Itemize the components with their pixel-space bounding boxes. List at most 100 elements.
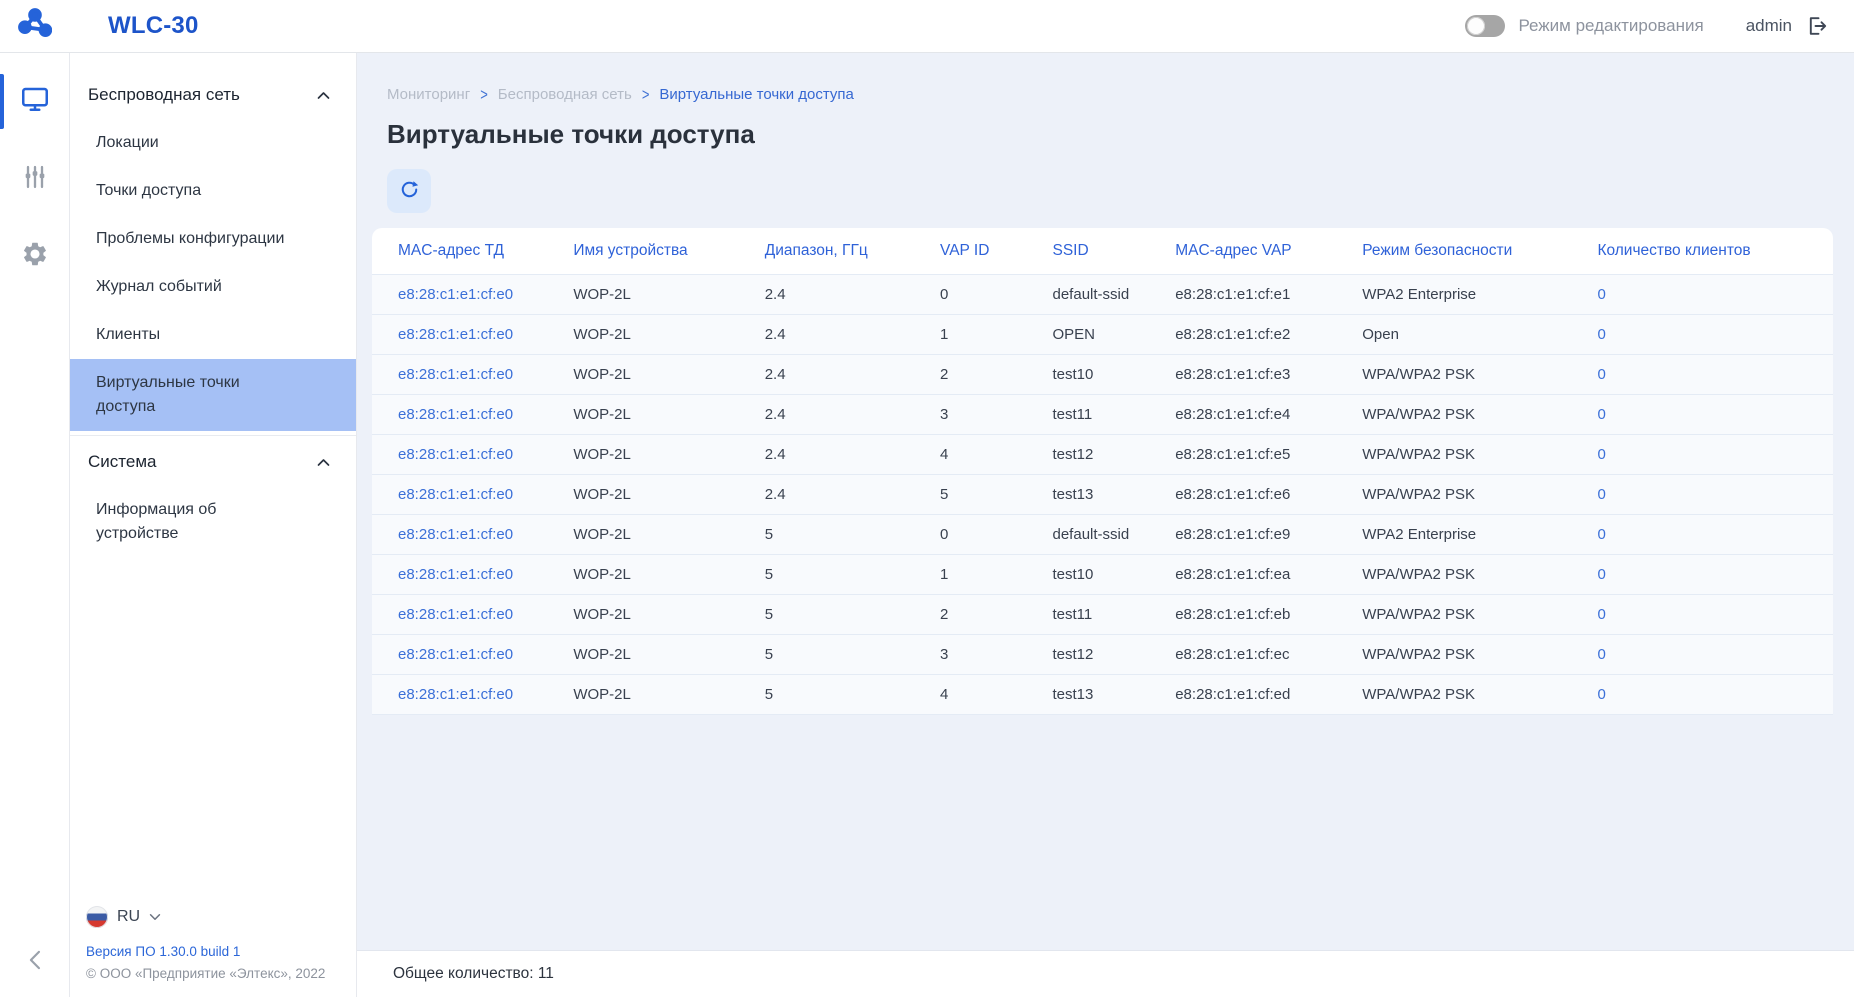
- cell-mac_ap[interactable]: e8:28:c1:e1:cf:e0: [372, 355, 547, 395]
- cell-security: WPA/WPA2 PSK: [1336, 635, 1571, 675]
- table-footer: Общее количество: 11: [357, 950, 1854, 997]
- cell-device: WOP-2L: [547, 515, 738, 555]
- cell-mac_vap: e8:28:c1:e1:cf:ea: [1149, 555, 1336, 595]
- rail-item-settings[interactable]: [0, 227, 69, 286]
- sidebar-collapse-button[interactable]: [29, 950, 41, 975]
- user-name[interactable]: admin: [1746, 16, 1792, 36]
- table-row: e8:28:c1:e1:cf:e0WOP-2L2.42test10e8:28:c…: [372, 355, 1833, 395]
- cell-mac_ap[interactable]: e8:28:c1:e1:cf:e0: [372, 315, 547, 355]
- monitor-icon: [20, 84, 50, 119]
- breadcrumb-link[interactable]: Беспроводная сеть: [498, 86, 632, 103]
- refresh-button[interactable]: [387, 169, 431, 213]
- cell-clients[interactable]: 0: [1571, 275, 1833, 315]
- cell-security: WPA2 Enterprise: [1336, 515, 1571, 555]
- topbar: WLC-30 Режим редактирования admin: [0, 0, 1854, 53]
- column-header-security: Режим безопасности: [1336, 228, 1571, 275]
- cell-device: WOP-2L: [547, 275, 738, 315]
- language-label: RU: [117, 908, 140, 926]
- rail-item-monitoring[interactable]: [0, 71, 69, 132]
- sidebar-item[interactable]: Локации: [70, 119, 356, 167]
- sidebar-item[interactable]: Виртуальные точки доступа: [70, 359, 356, 431]
- column-header-clients: Количество клиентов: [1571, 228, 1833, 275]
- sidebar-item[interactable]: Журнал событий: [70, 263, 356, 311]
- sidebar-item[interactable]: Точки доступа: [70, 167, 356, 215]
- sidebar-section-header[interactable]: Беспроводная сеть: [70, 69, 356, 119]
- cell-mac_ap[interactable]: e8:28:c1:e1:cf:e0: [372, 475, 547, 515]
- cell-band: 5: [739, 555, 914, 595]
- toggle-knob: [1467, 17, 1485, 35]
- cell-ssid: test13: [1027, 475, 1150, 515]
- column-header-band: Диапазон, ГГц: [739, 228, 914, 275]
- cell-mac_ap[interactable]: e8:28:c1:e1:cf:e0: [372, 555, 547, 595]
- cell-mac_vap: e8:28:c1:e1:cf:e6: [1149, 475, 1336, 515]
- cell-mac_vap: e8:28:c1:e1:cf:e5: [1149, 435, 1336, 475]
- app-title: WLC-30: [108, 12, 199, 40]
- cell-ssid: test12: [1027, 635, 1150, 675]
- breadcrumb-link[interactable]: Мониторинг: [387, 86, 470, 103]
- cell-band: 5: [739, 595, 914, 635]
- breadcrumb-current: Виртуальные точки доступа: [659, 86, 854, 103]
- sidebar-section-header[interactable]: Система: [70, 436, 356, 486]
- cell-clients[interactable]: 0: [1571, 435, 1833, 475]
- cell-mac_vap: e8:28:c1:e1:cf:ec: [1149, 635, 1336, 675]
- column-header-device: Имя устройства: [547, 228, 738, 275]
- cell-ssid: test11: [1027, 395, 1150, 435]
- cell-vap_id: 4: [914, 435, 1026, 475]
- column-header-vap_id: VAP ID: [914, 228, 1026, 275]
- table-header-row: MAC-адрес ТДИмя устройстваДиапазон, ГГцV…: [372, 228, 1833, 275]
- cell-security: Open: [1336, 315, 1571, 355]
- app-logo: [0, 7, 70, 46]
- cell-ssid: test10: [1027, 355, 1150, 395]
- cell-band: 2.4: [739, 315, 914, 355]
- icon-rail: [0, 53, 70, 997]
- cell-mac_ap[interactable]: e8:28:c1:e1:cf:e0: [372, 595, 547, 635]
- cell-vap_id: 1: [914, 315, 1026, 355]
- cell-clients[interactable]: 0: [1571, 675, 1833, 715]
- sidebar-section: Беспроводная сетьЛокацииТочки доступаПро…: [70, 69, 356, 431]
- cell-mac_vap: e8:28:c1:e1:cf:e3: [1149, 355, 1336, 395]
- cell-ssid: test11: [1027, 595, 1150, 635]
- cell-clients[interactable]: 0: [1571, 515, 1833, 555]
- language-selector[interactable]: RU: [86, 898, 340, 944]
- cell-band: 2.4: [739, 435, 914, 475]
- cell-mac_vap: e8:28:c1:e1:cf:eb: [1149, 595, 1336, 635]
- firmware-version-link[interactable]: Версия ПО 1.30.0 build 1: [86, 944, 340, 966]
- cell-mac_ap[interactable]: e8:28:c1:e1:cf:e0: [372, 515, 547, 555]
- cell-vap_id: 0: [914, 275, 1026, 315]
- cell-band: 5: [739, 675, 914, 715]
- chevron-up-icon: [317, 91, 330, 100]
- cell-clients[interactable]: 0: [1571, 475, 1833, 515]
- cell-security: WPA/WPA2 PSK: [1336, 395, 1571, 435]
- cell-mac_ap[interactable]: e8:28:c1:e1:cf:e0: [372, 275, 547, 315]
- cell-mac_ap[interactable]: e8:28:c1:e1:cf:e0: [372, 435, 547, 475]
- cell-ssid: OPEN: [1027, 315, 1150, 355]
- cell-device: WOP-2L: [547, 675, 738, 715]
- cell-clients[interactable]: 0: [1571, 555, 1833, 595]
- cell-band: 2.4: [739, 475, 914, 515]
- cell-clients[interactable]: 0: [1571, 395, 1833, 435]
- sidebar-item[interactable]: Информация об устройстве: [70, 486, 356, 558]
- logout-icon[interactable]: [1804, 14, 1828, 38]
- rail-item-configuration[interactable]: [0, 150, 69, 209]
- edit-mode-toggle[interactable]: [1465, 15, 1505, 37]
- cell-security: WPA/WPA2 PSK: [1336, 435, 1571, 475]
- cell-mac_ap[interactable]: e8:28:c1:e1:cf:e0: [372, 395, 547, 435]
- cell-security: WPA/WPA2 PSK: [1336, 475, 1571, 515]
- cell-vap_id: 4: [914, 675, 1026, 715]
- cell-mac_ap[interactable]: e8:28:c1:e1:cf:e0: [372, 675, 547, 715]
- cell-clients[interactable]: 0: [1571, 595, 1833, 635]
- chevron-left-icon: [29, 957, 41, 974]
- cell-clients[interactable]: 0: [1571, 635, 1833, 675]
- cell-ssid: test12: [1027, 435, 1150, 475]
- table-row: e8:28:c1:e1:cf:e0WOP-2L50default-sside8:…: [372, 515, 1833, 555]
- cell-band: 2.4: [739, 275, 914, 315]
- flag-ru-icon: [86, 906, 108, 928]
- cell-clients[interactable]: 0: [1571, 315, 1833, 355]
- cell-ssid: test10: [1027, 555, 1150, 595]
- sidebar-item[interactable]: Клиенты: [70, 311, 356, 359]
- cell-mac_ap[interactable]: e8:28:c1:e1:cf:e0: [372, 635, 547, 675]
- cell-clients[interactable]: 0: [1571, 355, 1833, 395]
- cell-vap_id: 5: [914, 475, 1026, 515]
- cell-band: 5: [739, 515, 914, 555]
- sidebar-item[interactable]: Проблемы конфигурации: [70, 215, 356, 263]
